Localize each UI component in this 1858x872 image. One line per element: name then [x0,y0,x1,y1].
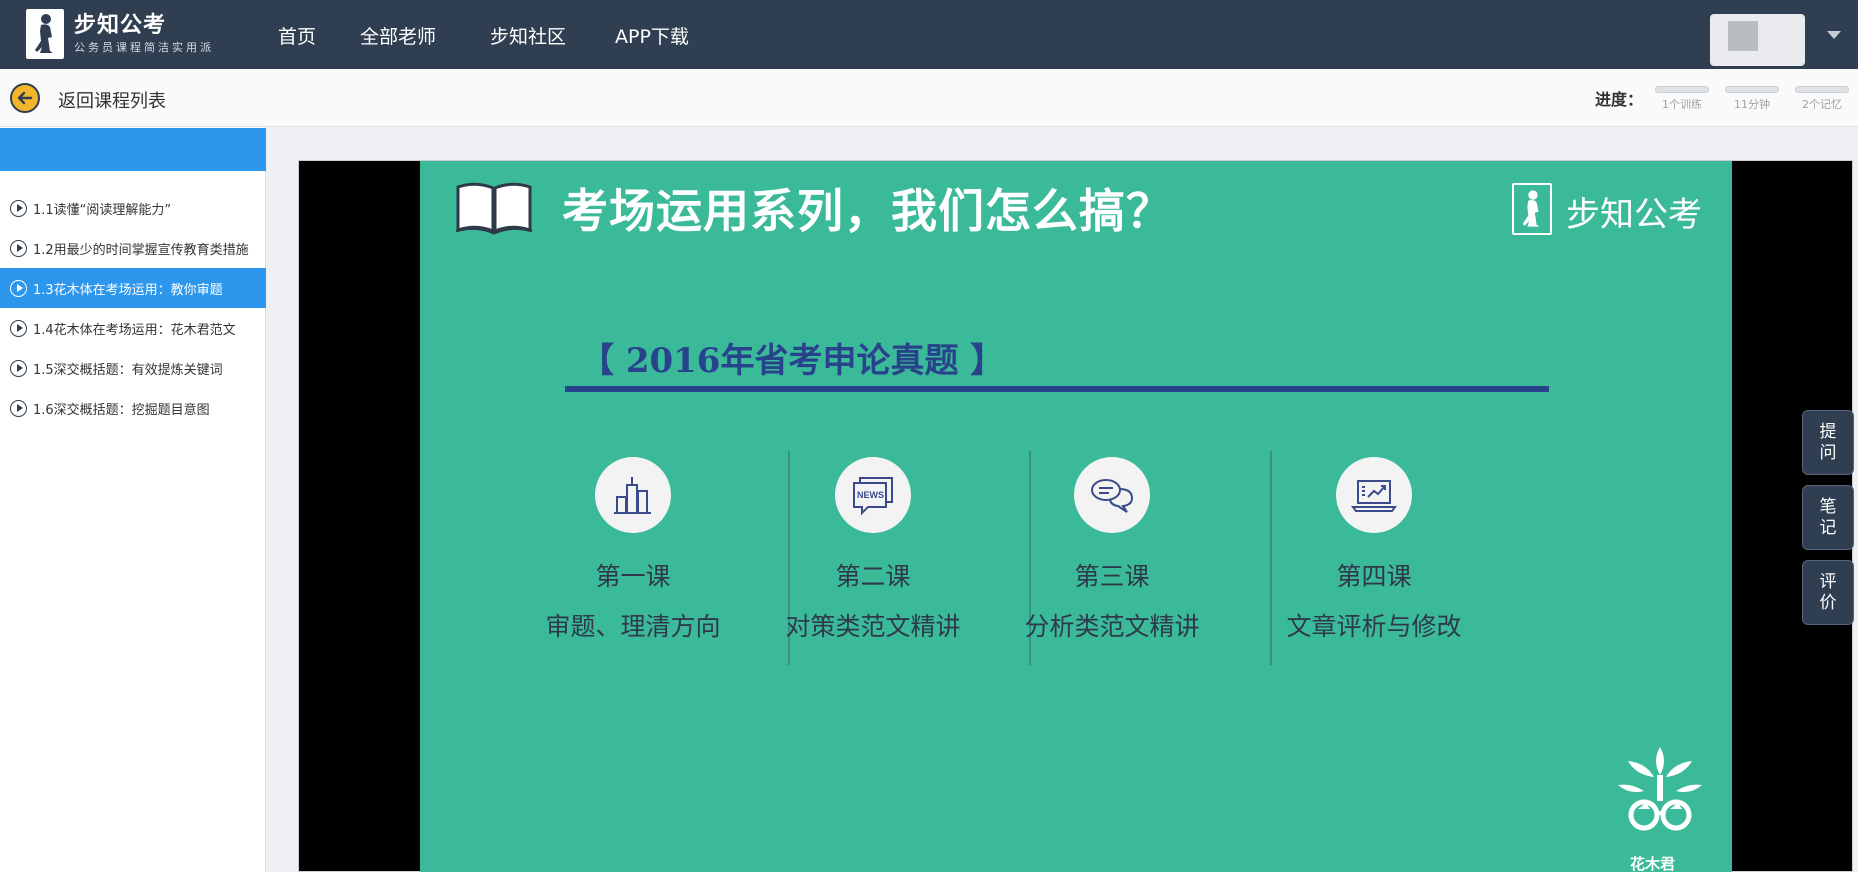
nav-app-download[interactable]: APP下载 [615,22,689,49]
lesson-column-4: 第四课 文章评析与修改 [1254,457,1494,643]
play-circle-icon [10,319,27,337]
city-buildings-icon [595,457,671,533]
ask-question-button[interactable]: 提 问 [1802,410,1854,475]
lesson-column-3: 第三课 分析类范文精讲 [992,457,1232,643]
mascot-name: 花木君 [1630,855,1676,872]
play-circle-icon [10,359,27,377]
lesson-item[interactable]: 1.2用最少的时间掌握宣传教育类措施 [0,228,266,268]
news-icon: NEWS [835,457,911,533]
back-arrow-icon[interactable] [10,83,40,113]
back-to-course-list[interactable]: 返回课程列表 [58,87,166,113]
slide-brand-name: 步知公考 [1566,195,1702,235]
progress-training: 1个训练 [1655,86,1709,112]
lesson-item[interactable]: 1.4花木体在考场运用：花木君范文 [0,308,266,348]
lesson-item-active[interactable]: 1.3花木体在考场运用：教你审题 [0,268,266,308]
nav-home[interactable]: 首页 [278,22,316,49]
laptop-chart-icon [1336,457,1412,533]
play-circle-icon [10,199,27,217]
nav-community[interactable]: 步知社区 [490,22,566,49]
top-navbar: 步知公考 公务员课程简洁实用派 首页 全部老师 步知社区 APP下载 [0,0,1858,69]
nav-all-teachers[interactable]: 全部老师 [360,22,436,49]
play-circle-icon [10,279,27,297]
play-circle-icon [10,239,27,257]
brand-name: 步知公考 [74,13,167,38]
lesson-column-1: 第一课 审题、理清方向 [513,457,753,643]
logo-figure-icon [26,9,64,59]
slide-title: 考场运用系列，我们怎么搞？ [562,184,1173,238]
lesson-item[interactable]: 1.5深交概括题：有效提炼关键词 [0,348,266,388]
progress-minutes: 11分钟 [1725,86,1779,112]
progress-memory: 2个记忆 [1795,86,1849,112]
exam-title-underline [565,386,1549,392]
svg-text:NEWS: NEWS [857,490,884,500]
video-slide: 考场运用系列，我们怎么搞？ 步知公考 【 2016年省考申论真题 】 第一课 审… [420,161,1732,872]
play-circle-icon [10,399,27,417]
site-logo[interactable]: 步知公考 公务员课程简洁实用派 [26,9,214,59]
notes-button[interactable]: 笔 记 [1802,485,1854,550]
lesson-column-2: NEWS 第二课 对策类范文精讲 [753,457,993,643]
brand-slogan: 公务员课程简洁实用派 [74,41,214,54]
brand-figure-icon [1512,183,1552,235]
course-toolbar: 返回课程列表 进度： 1个训练 11分钟 2个记忆 [0,69,1858,127]
user-avatar[interactable] [1710,14,1805,66]
sidebar-header [0,128,266,171]
video-player[interactable]: 考场运用系列，我们怎么搞？ 步知公考 【 2016年省考申论真题 】 第一课 审… [298,160,1853,872]
chevron-down-icon[interactable] [1827,31,1841,39]
lesson-item[interactable]: 1.6深交概括题：挖掘题目意图 [0,388,266,428]
review-button[interactable]: 评 价 [1802,560,1854,625]
lesson-sidebar: 1.1读懂“阅读理解能力” 1.2用最少的时间掌握宣传教育类措施 1.3花木体在… [0,127,266,872]
open-book-icon [454,179,534,239]
chat-bubbles-icon [1074,457,1150,533]
mascot-icon [1610,743,1710,857]
lesson-item[interactable]: 1.1读懂“阅读理解能力” [0,188,266,228]
exam-title: 【 2016年省考申论真题 】 [580,341,1005,381]
progress-label: 进度： [1595,90,1644,109]
